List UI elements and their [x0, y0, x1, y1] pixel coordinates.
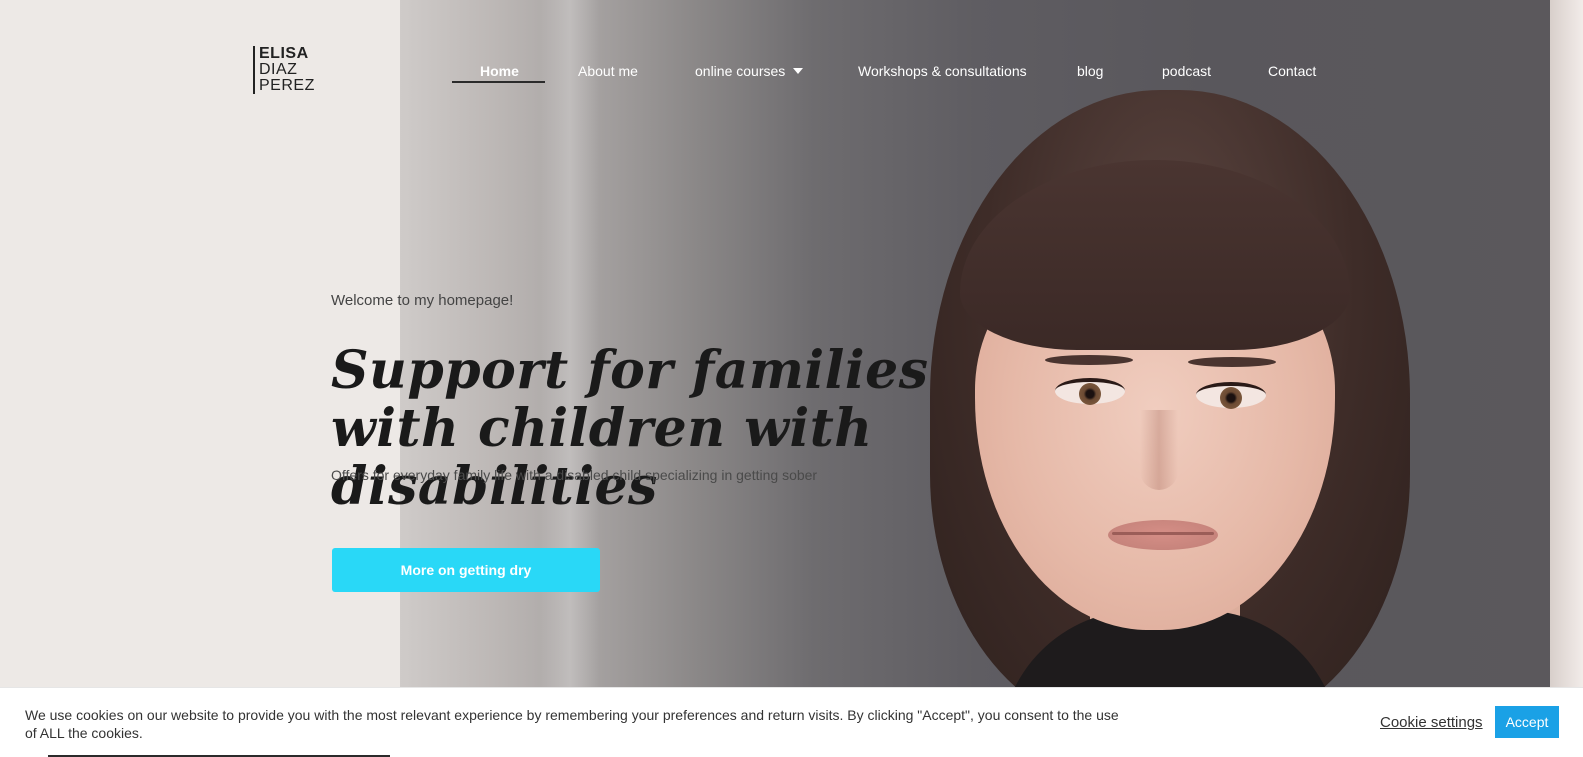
logo-line-1: ELISA	[259, 45, 309, 62]
hero-headline: Support for families with children with …	[331, 340, 929, 517]
nav-item-podcast[interactable]: podcast	[1162, 63, 1211, 79]
cookie-banner: We use cookies on our website to provide…	[0, 687, 1583, 757]
hero-subline: Offers for everyday family life with a d…	[331, 467, 818, 483]
nav-item-online-courses[interactable]: online courses	[695, 63, 804, 79]
portrait-lips	[1108, 520, 1218, 550]
hero-photo-wall	[1550, 0, 1583, 757]
portrait-eye-left	[1055, 378, 1125, 405]
nav-item-workshops[interactable]: Workshops & consultations	[858, 63, 1027, 79]
site-logo[interactable]: ELISA DIAZ PEREZ	[253, 46, 315, 94]
nav-item-online-courses-label: online courses	[695, 63, 786, 79]
logo-line-3: PEREZ	[259, 77, 315, 94]
portrait-nose	[1140, 410, 1178, 490]
chevron-down-icon	[793, 68, 804, 74]
logo-line-2: DIAZ	[259, 61, 298, 78]
portrait-eye-right	[1196, 382, 1266, 409]
cookie-settings-link[interactable]: Cookie settings	[1380, 714, 1483, 731]
portrait-brow-right	[1188, 357, 1276, 367]
portrait-brow-left	[1045, 355, 1133, 365]
portrait-lips-line	[1112, 532, 1214, 535]
hero-welcome: Welcome to my homepage!	[331, 292, 514, 309]
cookie-accept-button[interactable]: Accept	[1495, 706, 1559, 738]
more-on-getting-dry-button[interactable]: More on getting dry	[332, 548, 600, 592]
nav-item-contact[interactable]: Contact	[1268, 63, 1316, 79]
nav-item-blog[interactable]: blog	[1077, 63, 1103, 79]
nav-item-about[interactable]: About me	[578, 63, 638, 79]
nav-active-underline	[452, 81, 545, 83]
nav-item-home[interactable]: Home	[480, 63, 519, 79]
cookie-text: We use cookies on our website to provide…	[25, 707, 1119, 741]
